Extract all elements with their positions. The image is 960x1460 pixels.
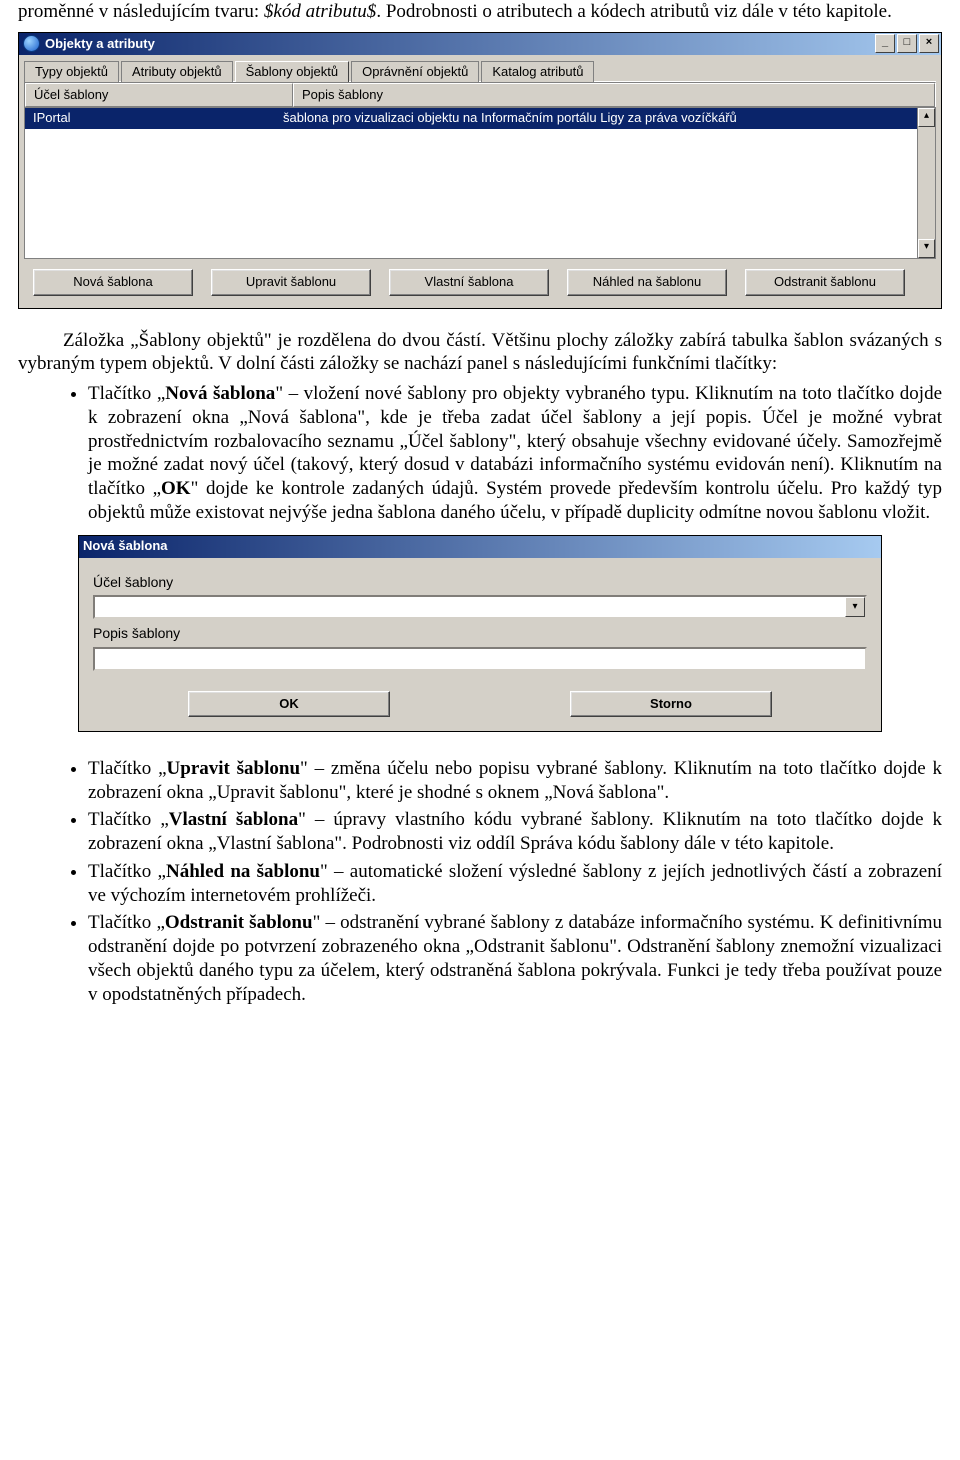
list-item: Tlačítko „Vlastní šablona" – úpravy vlas… [88,808,942,856]
text: Tlačítko „ [88,383,165,404]
combo-input[interactable] [95,597,845,617]
bold-text: Náhled na šablonu [166,861,320,882]
col-ucel[interactable]: Účel šablony [25,83,293,107]
bold-text: Vlastní šablona [169,809,298,830]
list-body[interactable]: IPortal šablona pro vizualizaci objektu … [24,107,936,259]
paragraph-sablony-info: Záložka „Šablony objektů" je rozdělena d… [18,329,942,377]
vlastni-sablona-button[interactable]: Vlastní šablona [389,269,549,295]
button-toolbar: Nová šablona Upravit šablonu Vlastní šab… [19,259,941,307]
tab-typy-objektu[interactable]: Typy objektů [24,61,119,82]
list-item: Tlačítko „Upravit šablonu" – změna účelu… [88,757,942,805]
minimize-button[interactable]: _ [875,34,895,53]
bold-text: OK [161,478,191,499]
storno-button[interactable]: Storno [570,691,772,717]
text: " dojde ke kontrole zadaných údajů. Syst… [88,478,942,523]
window-objects-attributes: Objekty a atributy _ □ × Typy objektů At… [18,32,942,309]
bold-text: Nová šablona [165,383,275,404]
dialog-titlebar[interactable]: Nová šablona [79,536,881,558]
chevron-down-icon[interactable]: ▾ [845,597,865,617]
vertical-scrollbar[interactable]: ▴ ▾ [917,108,935,258]
tab-panel: Účel šablony Popis šablony IPortal šablo… [24,81,936,259]
list-header: Účel šablony Popis šablony [24,82,936,107]
odstranit-sablonu-button[interactable]: Odstranit šablonu [745,269,905,295]
nova-sablona-button[interactable]: Nová šablona [33,269,193,295]
bold-text: Odstranit šablonu [165,912,313,933]
cell-ucel: IPortal [25,110,283,126]
upravit-sablonu-button[interactable]: Upravit šablonu [211,269,371,295]
intro-code: $kód atributu$ [264,1,376,22]
table-row[interactable]: IPortal šablona pro vizualizaci objektu … [25,108,917,128]
text: Tlačítko „ [88,861,166,882]
scroll-up-button[interactable]: ▴ [918,108,935,127]
list-item: Tlačítko „Nová šablona" – vložení nové š… [88,382,942,525]
intro-paragraph: proměnné v následujícím tvaru: $kód atri… [18,0,942,24]
maximize-button[interactable]: □ [897,34,917,53]
window-title: Objekty a atributy [45,36,155,52]
close-button[interactable]: × [919,34,939,53]
combo-ucel-sablony[interactable]: ▾ [93,595,867,619]
label-popis-sablony: Popis šablony [93,625,867,643]
tab-strip: Typy objektů Atributy objektů Šablony ob… [19,55,941,81]
intro-text: proměnné v následujícím tvaru: [18,1,264,22]
dialog-title: Nová šablona [83,538,168,554]
dialog-nova-sablona: Nová šablona Účel šablony ▾ Popis šablon… [78,535,882,732]
scroll-down-button[interactable]: ▾ [918,239,935,258]
list-item: Tlačítko „Náhled na šablonu" – automatic… [88,860,942,908]
cell-popis: šablona pro vizualizaci objektu na Infor… [283,110,917,126]
tab-atributy-objektu[interactable]: Atributy objektů [121,61,233,82]
titlebar[interactable]: Objekty a atributy _ □ × [19,33,941,55]
tab-sablony-objektu[interactable]: Šablony objektů [235,61,350,82]
text: Tlačítko „ [88,758,167,779]
nahled-na-sablonu-button[interactable]: Náhled na šablonu [567,269,727,295]
text: Tlačítko „ [88,809,169,830]
tab-katalog-atributu[interactable]: Katalog atributů [481,61,594,82]
tab-opravneni-objektu[interactable]: Oprávnění objektů [351,61,479,82]
intro-text2: . Podrobnosti o atributech a kódech atri… [376,1,892,22]
list-item: Tlačítko „Odstranit šablonu" – odstraněn… [88,911,942,1006]
app-icon [23,35,40,52]
input-popis-sablony[interactable] [93,647,867,671]
bullet-list-2: Tlačítko „Upravit šablonu" – změna účelu… [18,757,942,1007]
label-ucel-sablony: Účel šablony [93,574,867,592]
bold-text: Upravit šablonu [167,758,301,779]
col-popis[interactable]: Popis šablony [293,83,935,107]
bullet-list-1: Tlačítko „Nová šablona" – vložení nové š… [18,382,942,525]
text: Tlačítko „ [88,912,165,933]
ok-button[interactable]: OK [188,691,390,717]
